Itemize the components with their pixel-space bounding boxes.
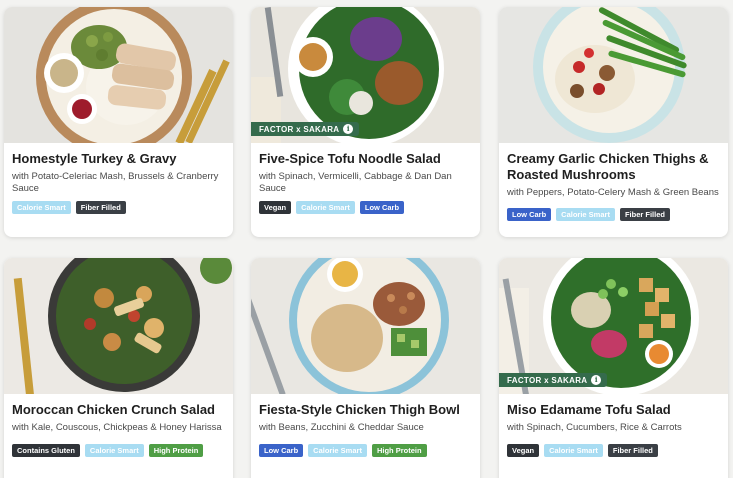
badge-calorie-smart: Calorie Smart: [296, 201, 355, 214]
factor-sakara-tag[interactable]: FACTOR x SAKARA i: [251, 122, 360, 136]
chicken-thighs-image: [499, 7, 728, 143]
meal-title[interactable]: Creamy Garlic Chicken Thighs & Roasted M…: [507, 151, 720, 183]
badge-calorie-smart: Calorie Smart: [12, 201, 71, 214]
meal-title[interactable]: Homestyle Turkey & Gravy: [12, 151, 225, 167]
badge-calorie-smart: Calorie Smart: [84, 444, 144, 457]
meal-subtitle: with Spinach, Vermicelli, Cabbage & Dan …: [259, 171, 452, 194]
badge-fiber-filled: Fiber Filled: [75, 201, 126, 214]
factor-sakara-tag[interactable]: FACTOR x SAKARA i: [499, 373, 608, 387]
badge-low-carb: Low Carb: [259, 444, 304, 457]
badge-calorie-smart: Calorie Smart: [308, 444, 367, 457]
badge-high-protein: High Protein: [148, 444, 204, 457]
meal-badges: Contains Gluten Calorie Smart High Prote…: [12, 444, 225, 457]
fiesta-bowl-image: [251, 258, 480, 394]
badge-calorie-smart: Calorie Smart: [544, 444, 603, 457]
promo-label: FACTOR x SAKARA: [507, 375, 588, 385]
turkey-plate-image: [4, 7, 233, 143]
meal-badges: Calorie Smart Fiber Filled: [12, 201, 225, 214]
meal-card[interactable]: FACTOR x SAKARA i Miso Edamame Tofu Sala…: [499, 258, 728, 478]
badge-fiber-filled: Fiber Filled: [619, 208, 670, 221]
badge-contains-gluten: Contains Gluten: [12, 444, 80, 457]
meal-card[interactable]: Moroccan Chicken Crunch Salad with Kale,…: [4, 258, 233, 478]
badge-low-carb: Low Carb: [507, 208, 552, 221]
meal-subtitle: with Peppers, Potato-Celery Mash & Green…: [507, 187, 719, 198]
meal-title[interactable]: Moroccan Chicken Crunch Salad: [12, 402, 225, 418]
meal-title[interactable]: Miso Edamame Tofu Salad: [507, 402, 720, 418]
badge-low-carb: Low Carb: [359, 201, 405, 214]
meal-title[interactable]: Five-Spice Tofu Noodle Salad: [259, 151, 472, 167]
noodle-salad-image: FACTOR x SAKARA i: [251, 7, 480, 143]
meal-subtitle: with Spinach, Cucumbers, Rice & Carrots: [507, 422, 682, 433]
badge-fiber-filled: Fiber Filled: [607, 444, 658, 457]
meal-card[interactable]: FACTOR x SAKARA i Five-Spice Tofu Noodle…: [251, 7, 480, 237]
info-icon[interactable]: i: [343, 124, 354, 134]
badge-vegan: Vegan: [507, 444, 540, 457]
meal-subtitle: with Potato-Celeriac Mash, Brussels & Cr…: [12, 171, 219, 194]
moroccan-salad-image: [4, 258, 233, 394]
meal-card[interactable]: Creamy Garlic Chicken Thighs & Roasted M…: [499, 7, 728, 237]
meal-card[interactable]: Homestyle Turkey & Gravy with Potato-Cel…: [4, 7, 233, 237]
badge-calorie-smart: Calorie Smart: [556, 208, 615, 221]
meal-card[interactable]: Fiesta-Style Chicken Thigh Bowl with Bea…: [251, 258, 480, 478]
meal-badges: Low Carb Calorie Smart High Protein: [259, 444, 472, 457]
meal-badges: Vegan Calorie Smart Fiber Filled: [507, 444, 720, 457]
badge-high-protein: High Protein: [371, 444, 427, 457]
badge-vegan: Vegan: [259, 201, 292, 214]
meal-subtitle: with Beans, Zucchini & Cheddar Sauce: [259, 422, 424, 433]
promo-label: FACTOR x SAKARA: [259, 124, 340, 134]
meal-badges: Vegan Calorie Smart Low Carb: [259, 201, 472, 214]
info-icon[interactable]: i: [591, 375, 602, 385]
tofu-salad-image: FACTOR x SAKARA i: [499, 258, 728, 394]
meal-badges: Low Carb Calorie Smart Fiber Filled: [507, 208, 720, 221]
meal-subtitle: with Kale, Couscous, Chickpeas & Honey H…: [12, 422, 222, 433]
meal-title[interactable]: Fiesta-Style Chicken Thigh Bowl: [259, 402, 472, 418]
